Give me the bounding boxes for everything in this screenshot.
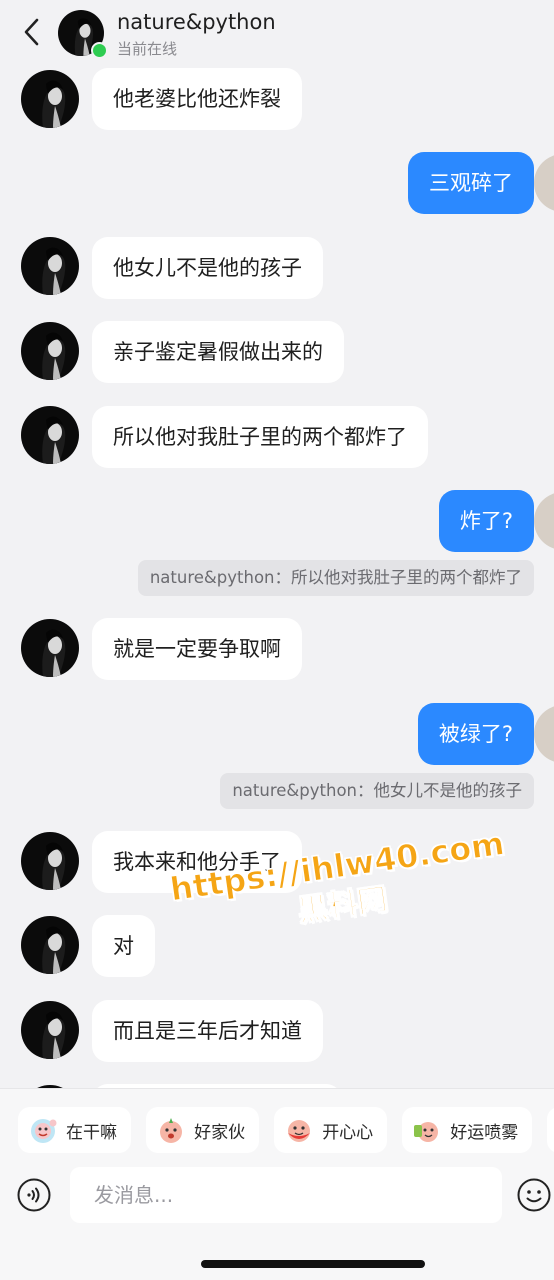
- message-outgoing: 三观碎了: [0, 152, 554, 214]
- portrait-icon: [21, 1001, 79, 1059]
- message-incoming: 我本来和他分手了: [0, 831, 554, 893]
- portrait-icon: [21, 406, 79, 464]
- message-incoming: 就是一定要争取啊: [0, 618, 554, 680]
- voice-button[interactable]: [17, 1178, 51, 1212]
- message-incoming: 他老婆比他还炸裂: [0, 68, 554, 130]
- sender-avatar[interactable]: [21, 406, 79, 464]
- message-input[interactable]: [70, 1167, 502, 1223]
- message-bubble[interactable]: 他老婆比他还炸裂: [92, 68, 302, 130]
- sender-avatar[interactable]: [21, 237, 79, 295]
- message-outgoing: 炸了? nature&python：所以他对我肚子里的两个都炸了: [0, 490, 554, 600]
- sticker-surprised-icon: [160, 1118, 183, 1143]
- back-button[interactable]: [16, 16, 48, 48]
- message-incoming: 亲子鉴定暑假做出来的: [0, 321, 554, 383]
- portrait-icon: [21, 832, 79, 890]
- sender-avatar[interactable]: [21, 619, 79, 677]
- message-bubble[interactable]: 我本来和他分手了: [92, 831, 302, 893]
- emoji-button[interactable]: [517, 1178, 551, 1212]
- chat-header: nature&python 当前在线: [0, 0, 554, 64]
- quick-reply-chip[interactable]: 开心心: [274, 1107, 388, 1153]
- composer-area: 在干嘛 好家伙 开心心 好运喷雾 发消息...: [0, 1088, 554, 1280]
- message-incoming: 对: [0, 915, 554, 977]
- quick-reply-label: 开心心: [322, 1122, 374, 1143]
- message-incoming: 而且是三年后才知道: [0, 1000, 554, 1062]
- home-indicator[interactable]: [201, 1260, 425, 1268]
- self-avatar[interactable]: [534, 705, 554, 763]
- message-outgoing: 被绿了? nature&python：他女儿不是他的孩子: [0, 703, 554, 813]
- sticker-waving-icon: [31, 1119, 57, 1143]
- portrait-icon: [21, 322, 79, 380]
- message-incoming: 他女儿不是他的孩子: [0, 237, 554, 299]
- sender-avatar[interactable]: [21, 916, 79, 974]
- sender-avatar[interactable]: [21, 70, 79, 128]
- message-bubble[interactable]: 他女儿不是他的孩子: [92, 237, 323, 299]
- portrait-icon: [21, 70, 79, 128]
- quick-reply-chip[interactable]: 好运喷雾: [402, 1107, 533, 1153]
- message-bubble[interactable]: 三观碎了: [408, 152, 534, 214]
- message-bubble[interactable]: 炸了?: [438, 490, 534, 552]
- message-bubble[interactable]: 而且是三年后才知道: [92, 1000, 323, 1062]
- quick-reply-chip[interactable]: 在干嘛: [18, 1107, 131, 1153]
- self-avatar[interactable]: [534, 154, 554, 212]
- sticker-lucky-icon: [414, 1122, 439, 1142]
- message-incoming: 所以他对我肚子里的两个都炸了: [0, 406, 554, 468]
- message-bubble[interactable]: 亲子鉴定暑假做出来的: [92, 321, 344, 383]
- sender-avatar[interactable]: [21, 1001, 79, 1059]
- contact-status: 当前在线: [117, 40, 178, 58]
- portrait-icon: [21, 619, 79, 677]
- online-status-dot: [91, 42, 108, 59]
- message-bubble[interactable]: 所以他对我肚子里的两个都炸了: [92, 406, 428, 468]
- quick-reply-bar[interactable]: 在干嘛 好家伙 开心心 好运喷雾: [18, 1107, 554, 1153]
- sender-avatar[interactable]: [21, 832, 79, 890]
- quoted-message[interactable]: nature&python：所以他对我肚子里的两个都炸了: [137, 560, 534, 596]
- input-row: [0, 1167, 554, 1223]
- quoted-message[interactable]: nature&python：他女儿不是他的孩子: [220, 773, 534, 809]
- message-bubble[interactable]: 就是一定要争取啊: [92, 618, 302, 680]
- sticker-happy-icon: [288, 1120, 311, 1142]
- quick-reply-chip[interactable]: 好家伙: [146, 1107, 260, 1153]
- quick-reply-label: 在干嘛: [66, 1122, 117, 1143]
- message-bubble[interactable]: 被绿了?: [417, 703, 534, 765]
- message-bubble[interactable]: 对: [92, 915, 155, 977]
- voice-icon: [17, 1178, 51, 1212]
- portrait-icon: [21, 916, 79, 974]
- smiley-icon: [517, 1178, 551, 1212]
- chevron-left-icon: [24, 18, 39, 46]
- quick-reply-label: 好家伙: [194, 1122, 246, 1143]
- quick-reply-label: 好运喷雾: [450, 1122, 519, 1143]
- sender-avatar[interactable]: [21, 322, 79, 380]
- chat-screen: nature&python 当前在线 他老婆比他还炸裂 三观碎了 他女儿不是他的…: [0, 0, 554, 1280]
- portrait-icon: [21, 237, 79, 295]
- quick-reply-chip-partial[interactable]: [547, 1107, 554, 1153]
- self-avatar[interactable]: [534, 492, 554, 550]
- contact-name: nature&python: [117, 10, 276, 34]
- message-list[interactable]: 他老婆比他还炸裂 三观碎了 他女儿不是他的孩子 亲子鉴定暑假做出来的 所以他对我…: [0, 64, 554, 1088]
